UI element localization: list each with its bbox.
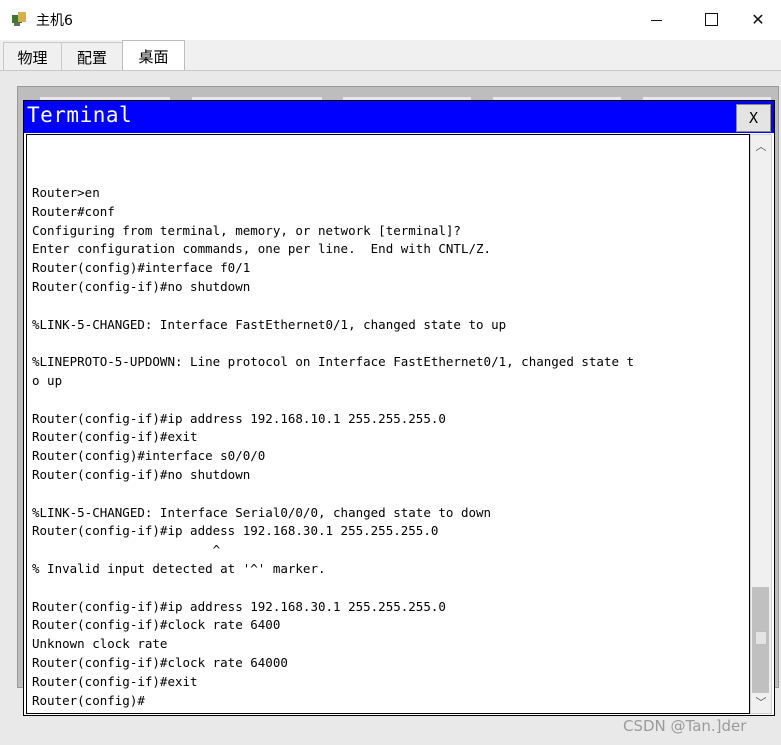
watermark: CSDN @Tan.]der — [623, 717, 747, 735]
terminal-scrollbar[interactable]: ︿ ﹀ — [750, 134, 772, 714]
maximize-icon — [704, 12, 718, 26]
terminal-output[interactable]: Router>en Router#conf Configuring from t… — [26, 134, 750, 714]
terminal-title: Terminal — [27, 103, 133, 127]
terminal-titlebar: Terminal X — [24, 101, 774, 133]
terminal-window: Terminal X Router>en Router#conf Configu… — [23, 100, 775, 716]
chevron-up-icon: ︿ — [755, 140, 767, 153]
window-title: 主机6 — [36, 13, 73, 29]
scroll-down-button[interactable]: ﹀ — [751, 693, 771, 711]
tab-config[interactable]: 配置 — [61, 42, 123, 71]
scroll-up-button[interactable]: ︿ — [751, 137, 771, 155]
tab-bar: 物理 配置 桌面 — [0, 40, 781, 72]
minimize-icon — [650, 19, 662, 21]
minimize-button[interactable] — [633, 0, 679, 38]
tab-physical[interactable]: 物理 — [3, 42, 62, 71]
chevron-down-icon: ﹀ — [755, 696, 767, 709]
app-icon — [12, 12, 26, 26]
close-window-button[interactable]: ✕ — [735, 0, 781, 38]
maximize-button[interactable] — [688, 0, 734, 38]
scroll-thumb-grip — [755, 631, 767, 645]
terminal-text: Router>en Router#conf Configuring from t… — [32, 185, 635, 708]
tab-desktop[interactable]: 桌面 — [122, 40, 185, 72]
window-titlebar: 主机6 ✕ — [0, 0, 781, 40]
close-icon: ✕ — [751, 9, 765, 29]
terminal-close-button[interactable]: X — [736, 104, 771, 132]
